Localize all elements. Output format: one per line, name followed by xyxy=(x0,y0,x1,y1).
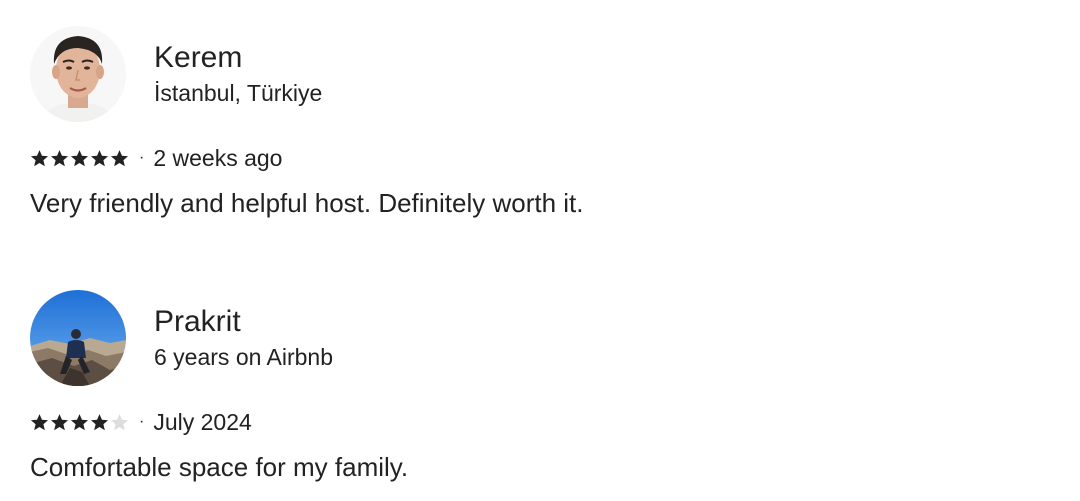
separator-dot: · xyxy=(139,149,145,166)
star-filled-icon xyxy=(90,413,109,430)
star-rating xyxy=(30,413,129,432)
review-date: 2 weeks ago xyxy=(153,145,283,171)
star-filled-icon xyxy=(30,149,49,166)
star-filled-icon xyxy=(90,149,109,166)
reviewer-name: Prakrit xyxy=(154,305,241,338)
review-comment: Comfortable space for my family. xyxy=(30,452,409,482)
reviewer-tenure: 6 years on Airbnb xyxy=(154,344,334,370)
avatar-photo xyxy=(30,26,126,122)
reviewer-location: İstanbul, Türkiye xyxy=(154,80,323,106)
review-meta: · July 2024 xyxy=(30,407,1050,437)
star-rating xyxy=(30,149,129,168)
review-meta: · 2 weeks ago xyxy=(30,143,1050,173)
review-item: Prakrit 6 years on Airbnb · July 2024 Co… xyxy=(30,290,1050,485)
star-filled-icon xyxy=(70,413,89,430)
reviews-list: Kerem İstanbul, Türkiye · 2 weeks ago Ve… xyxy=(0,0,1080,501)
star-filled-icon xyxy=(30,413,49,430)
star-filled-icon xyxy=(110,149,129,166)
review-date: July 2024 xyxy=(153,409,252,435)
reviewer-header: Prakrit 6 years on Airbnb xyxy=(30,290,1050,386)
avatar[interactable] xyxy=(30,290,126,386)
star-filled-icon xyxy=(70,149,89,166)
review-item: Kerem İstanbul, Türkiye · 2 weeks ago Ve… xyxy=(30,26,1050,221)
avatar-photo xyxy=(30,290,126,386)
review-comment: Very friendly and helpful host. Definite… xyxy=(30,188,584,218)
star-filled-icon xyxy=(50,149,69,166)
star-filled-icon xyxy=(50,413,69,430)
separator-dot: · xyxy=(139,413,145,430)
star-empty-icon xyxy=(110,413,129,430)
reviewer-header: Kerem İstanbul, Türkiye xyxy=(30,26,1050,122)
reviewer-name: Kerem xyxy=(154,41,243,74)
avatar[interactable] xyxy=(30,26,126,122)
